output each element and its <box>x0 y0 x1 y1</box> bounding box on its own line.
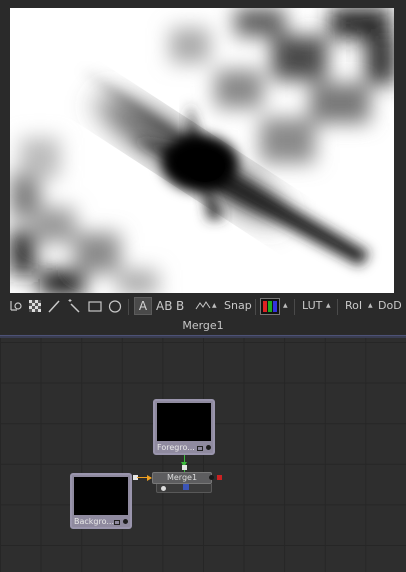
magic-wand-icon[interactable] <box>66 298 82 314</box>
lut-dropdown-icon[interactable]: ▲ <box>326 296 331 318</box>
node-view-icon <box>197 446 203 451</box>
buffer-ab-button[interactable]: AB <box>156 296 172 318</box>
viewer-title: Merge1 <box>0 318 406 334</box>
lut-button[interactable]: LUT <box>302 296 322 318</box>
toolbar-divider <box>337 299 338 315</box>
guides-icon[interactable] <box>194 298 211 314</box>
toolbar-divider <box>255 299 256 315</box>
roi-dropdown-icon[interactable]: ▲ <box>368 296 373 318</box>
node-view-icon <box>114 520 120 525</box>
buffer-b-button[interactable]: B <box>176 296 184 318</box>
foreground-input-port[interactable] <box>182 465 187 470</box>
node-output-port[interactable] <box>206 445 211 450</box>
background-node-label: Backgro... <box>74 517 114 526</box>
viewer-panel[interactable] <box>0 0 406 296</box>
guides-dropdown-icon[interactable]: ▲ <box>212 296 217 318</box>
foreground-node-label: Foregro... <box>157 443 195 452</box>
node-output-port[interactable] <box>123 519 128 524</box>
effect-mask-input-port[interactable] <box>183 484 189 490</box>
viewer-image[interactable] <box>10 8 394 293</box>
checker-underlay-icon[interactable] <box>27 298 43 314</box>
subview-icon[interactable] <box>8 298 24 314</box>
foreground-thumbnail <box>157 403 211 441</box>
snap-button[interactable]: Snap <box>224 296 252 318</box>
channel-dropdown-icon[interactable]: ▲ <box>283 296 288 318</box>
viewer-toolbar: A AB B ▲ Snap ▲ LUT ▲ RoI ▲ DoD <box>0 296 406 318</box>
foreground-node[interactable]: Foregro... <box>153 399 215 455</box>
buffer-a-button[interactable]: A <box>134 297 152 315</box>
flow-editor[interactable]: Foregro... Backgro... Merge1 <box>0 338 406 572</box>
rectangle-tool-icon[interactable] <box>87 298 103 314</box>
merge-output-port[interactable] <box>217 475 222 480</box>
dod-button[interactable]: DoD <box>378 296 402 318</box>
merge-view-dot-right[interactable] <box>209 475 214 480</box>
background-thumbnail <box>74 477 128 515</box>
toolbar-divider <box>294 299 295 315</box>
roi-button[interactable]: RoI <box>345 296 362 318</box>
merge-view-dot[interactable] <box>161 486 166 491</box>
ellipse-tool-icon[interactable] <box>107 298 123 314</box>
rgb-channel-icon[interactable] <box>260 298 280 315</box>
background-node[interactable]: Backgro... <box>70 473 132 529</box>
paint-brush-icon[interactable] <box>46 298 62 314</box>
merge-node[interactable]: Merge1 <box>152 472 212 484</box>
toolbar-divider <box>128 299 129 315</box>
merged-image-render <box>10 8 394 293</box>
